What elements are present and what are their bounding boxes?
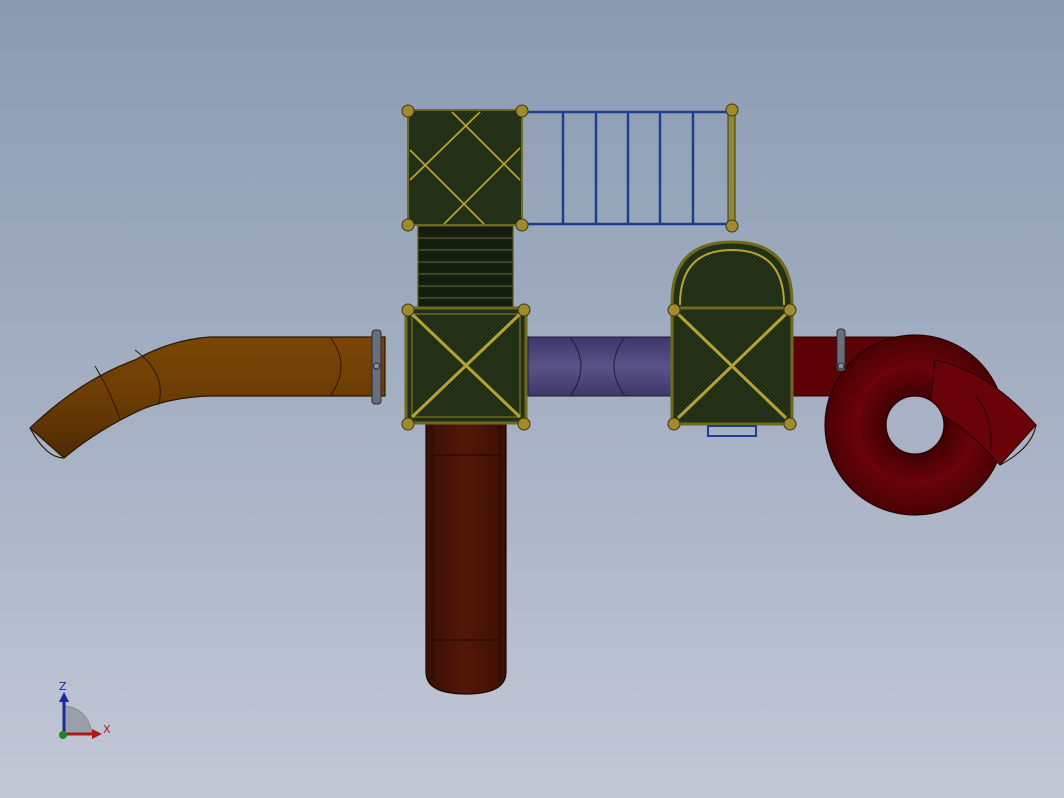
spiral-slide[interactable]	[789, 334, 1037, 516]
x-axis-label: X	[103, 723, 111, 736]
view-triad[interactable]: Z X	[59, 680, 111, 739]
right-deck-panel[interactable]	[667, 303, 797, 437]
left-clamp	[371, 329, 382, 405]
straight-slide[interactable]	[425, 419, 507, 695]
playground-model-view[interactable]: Z X	[0, 0, 1064, 798]
z-axis-label: Z	[59, 680, 67, 693]
arched-roof[interactable]	[670, 240, 794, 312]
right-clamp	[836, 328, 846, 372]
stair-connector[interactable]	[417, 223, 514, 311]
main-deck-panel[interactable]	[401, 303, 531, 431]
y-axis-icon	[59, 731, 67, 739]
cad-graphics-viewport[interactable]: Z X	[0, 0, 1064, 798]
purple-tunnel[interactable]	[527, 336, 674, 397]
upper-deck-panel[interactable]	[401, 104, 529, 232]
horizontal-climber[interactable]	[522, 103, 739, 233]
left-tube-slide[interactable]	[29, 336, 386, 459]
